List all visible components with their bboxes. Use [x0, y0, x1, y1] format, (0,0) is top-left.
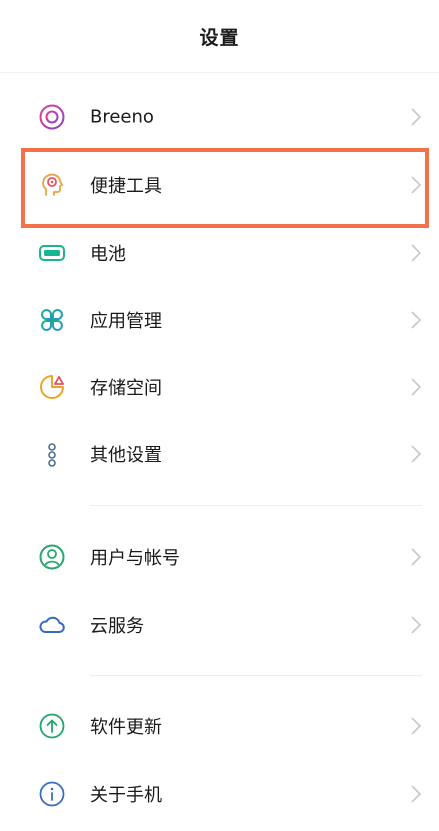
- chevron-right-icon: [411, 244, 422, 262]
- settings-item-label: 电池: [90, 244, 126, 265]
- software-update-icon: [38, 712, 66, 740]
- other-settings-icon: [38, 440, 66, 468]
- settings-item-breeno[interactable]: Breeno: [0, 87, 439, 147]
- cloud-icon: [38, 611, 66, 639]
- chevron-right-icon: [411, 548, 422, 566]
- settings-item-label: 便捷工具: [90, 176, 162, 197]
- chevron-right-icon: [411, 378, 422, 396]
- breeno-icon: [38, 103, 66, 131]
- convenience-tools-icon: [38, 171, 66, 199]
- settings-item-user-account[interactable]: 用户与帐号: [0, 527, 439, 587]
- user-account-icon: [38, 543, 66, 571]
- chevron-right-icon: [411, 785, 422, 803]
- settings-item-battery[interactable]: 电池: [0, 223, 439, 283]
- settings-item-label: Breeno: [90, 106, 154, 128]
- chevron-right-icon: [411, 616, 422, 634]
- about-phone-icon: [38, 780, 66, 808]
- settings-item-label: 应用管理: [90, 311, 162, 332]
- settings-item-other-settings[interactable]: 其他设置: [0, 424, 439, 484]
- settings-item-label: 软件更新: [90, 717, 162, 738]
- battery-icon: [38, 239, 66, 267]
- page-title: 设置: [199, 26, 240, 49]
- settings-item-label: 存储空间: [90, 378, 162, 399]
- header-bar: 设置: [0, 0, 439, 73]
- storage-icon: [38, 373, 66, 401]
- app-management-icon: [38, 306, 66, 334]
- section-divider: [90, 505, 422, 506]
- section-divider: [90, 675, 422, 676]
- chevron-right-icon: [411, 176, 422, 194]
- settings-item-label: 云服务: [90, 616, 144, 637]
- chevron-right-icon: [411, 108, 422, 126]
- settings-item-storage[interactable]: 存储空间: [0, 357, 439, 417]
- chevron-right-icon: [411, 311, 422, 329]
- settings-item-label: 其他设置: [90, 445, 162, 466]
- settings-item-software-update[interactable]: 软件更新: [0, 696, 439, 756]
- settings-item-convenience-tools[interactable]: 便捷工具: [0, 155, 439, 215]
- settings-item-cloud-service[interactable]: 云服务: [0, 595, 439, 655]
- chevron-right-icon: [411, 445, 422, 463]
- settings-item-label: 用户与帐号: [90, 548, 180, 569]
- settings-item-app-management[interactable]: 应用管理: [0, 290, 439, 350]
- chevron-right-icon: [411, 717, 422, 735]
- settings-item-label: 关于手机: [90, 785, 162, 806]
- settings-item-about-phone[interactable]: 关于手机: [0, 764, 439, 824]
